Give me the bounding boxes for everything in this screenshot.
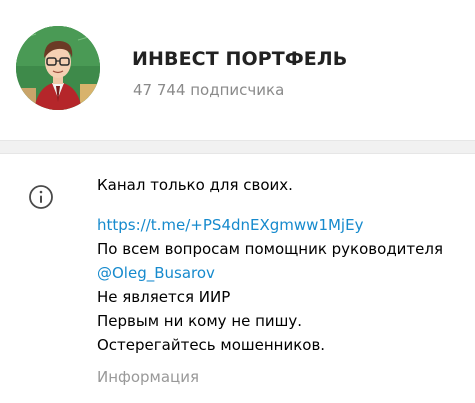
description-line: Не является ИИР: [97, 288, 231, 306]
channel-header: ИНВЕСТ ПОРТФЕЛЬ 47 744 подписчика: [0, 0, 475, 140]
channel-avatar[interactable]: [16, 26, 100, 110]
info-section-label: Информация: [97, 368, 200, 386]
description-line: По всем вопросам помощник руководителя: [97, 240, 444, 258]
description-line: Первым ни кому не пишу.: [97, 312, 303, 330]
invite-link[interactable]: https://t.me/+PS4dnEXgmww1MjEy: [97, 213, 467, 237]
mention-link[interactable]: @Oleg_Busarov: [97, 261, 467, 285]
description-line: Остерегайтесь мошенников.: [97, 336, 326, 354]
channel-description: Канал только для своих. https://t.me/+PS…: [97, 173, 467, 357]
description-line: Канал только для своих.: [97, 176, 293, 194]
subscriber-count: 47 744 подписчика: [133, 81, 285, 99]
avatar-illustration: [16, 26, 100, 110]
info-icon: [28, 184, 54, 210]
channel-title: ИНВЕСТ ПОРТФЕЛЬ: [132, 48, 348, 70]
section-divider: [0, 140, 475, 154]
